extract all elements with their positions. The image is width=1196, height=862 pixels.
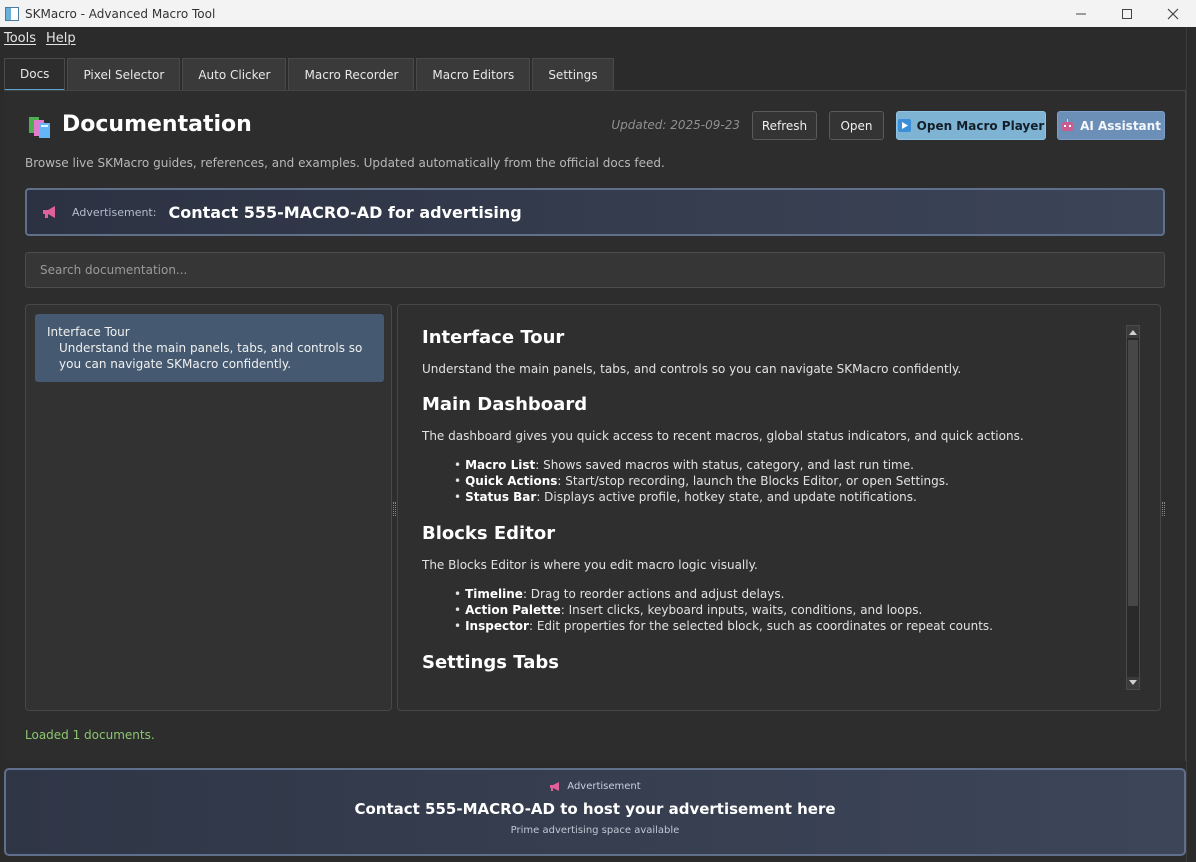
megaphone-icon — [549, 781, 561, 792]
ad-banner[interactable]: Advertisement: Contact 555-MACRO-AD for … — [25, 188, 1165, 236]
bottom-ad-subtext: Prime advertising space available — [510, 825, 680, 836]
title-bar: SKMacro - Advanced Macro Tool — [0, 0, 1196, 27]
content-scrollbar[interactable] — [1126, 325, 1140, 690]
docs-subtitle: Browse live SKMacro guides, references, … — [25, 156, 665, 170]
section-heading-blocks: Blocks Editor — [422, 523, 556, 544]
minimize-icon — [1076, 13, 1086, 14]
maximize-button[interactable] — [1104, 0, 1150, 27]
ad-label: Advertisement: — [72, 205, 157, 219]
list-item-description: Understand the main panels, tabs, and co… — [59, 341, 363, 371]
play-icon — [897, 119, 911, 132]
scroll-thumb[interactable] — [1128, 340, 1138, 606]
blocks-list: Timeline: Drag to reorder actions and ad… — [454, 586, 1122, 634]
document-viewer: Interface Tour Understand the main panel… — [397, 304, 1161, 711]
menu-tools[interactable]: Tools — [0, 31, 40, 46]
robot-icon — [1061, 119, 1074, 132]
close-button[interactable] — [1150, 0, 1196, 27]
list-item: Status Bar: Displays active profile, hot… — [454, 489, 1122, 505]
tab-settings[interactable]: Settings — [532, 58, 614, 91]
books-icon — [29, 117, 50, 138]
section-text-dashboard: The dashboard gives you quick access to … — [422, 429, 1024, 443]
section-heading-settings: Settings Tabs — [422, 652, 559, 673]
menu-help[interactable]: Help — [42, 31, 80, 46]
ad-text: Contact 555-MACRO-AD for advertising — [168, 202, 522, 222]
maximize-icon — [1122, 8, 1132, 19]
close-icon — [1167, 8, 1179, 19]
doc-intro: Understand the main panels, tabs, and co… — [422, 362, 962, 376]
doc-heading: Interface Tour — [422, 327, 565, 348]
menu-bar: Tools Help — [0, 27, 1196, 49]
list-item: Inspector: Edit properties for the selec… — [454, 618, 1122, 634]
list-item-title: Interface Tour — [47, 325, 130, 339]
splitter-handle[interactable] — [393, 502, 396, 516]
open-macro-player-button[interactable]: Open Macro Player — [896, 111, 1046, 140]
app-icon — [5, 6, 19, 21]
window-title: SKMacro - Advanced Macro Tool — [25, 6, 216, 21]
window-edge — [1186, 27, 1196, 862]
main-tabs: Docs Pixel Selector Auto Clicker Macro R… — [4, 58, 616, 91]
search-box — [25, 252, 1165, 288]
tab-auto-clicker[interactable]: Auto Clicker — [182, 58, 287, 91]
bottom-ad-label: Advertisement — [567, 781, 641, 792]
megaphone-icon — [42, 205, 58, 219]
list-item: Timeline: Drag to reorder actions and ad… — [454, 586, 1122, 602]
section-text-blocks: The Blocks Editor is where you edit macr… — [422, 558, 758, 572]
bottom-ad-banner[interactable]: Advertisement Contact 555-MACRO-AD to ho… — [4, 768, 1186, 856]
bottom-ad-label-row: Advertisement — [6, 781, 1184, 792]
section-heading-dashboard: Main Dashboard — [422, 394, 588, 415]
tab-docs[interactable]: Docs — [4, 58, 66, 91]
open-macro-player-label: Open Macro Player — [916, 118, 1045, 133]
document-list: Interface Tour Understand the main panel… — [25, 304, 392, 711]
document-content: Interface Tour Understand the main panel… — [422, 327, 1122, 687]
refresh-button[interactable]: Refresh — [752, 111, 817, 140]
bottom-ad-text: Contact 555-MACRO-AD to host your advert… — [354, 800, 836, 818]
updated-date: Updated: 2025-09-23 — [611, 118, 740, 132]
page-title: Documentation — [62, 112, 252, 137]
list-item: Quick Actions: Start/stop recording, lau… — [454, 473, 1122, 489]
scroll-down-icon[interactable] — [1127, 677, 1139, 689]
tab-macro-recorder[interactable]: Macro Recorder — [288, 58, 415, 91]
dashboard-list: Macro List: Shows saved macros with stat… — [454, 457, 1122, 505]
search-input[interactable] — [40, 263, 1164, 277]
status-text: Loaded 1 documents. — [25, 728, 155, 742]
scroll-up-icon[interactable] — [1127, 326, 1139, 338]
splitter-handle-right[interactable] — [1162, 502, 1165, 516]
ai-assistant-button[interactable]: AI Assistant — [1057, 111, 1165, 140]
tab-pixel-selector[interactable]: Pixel Selector — [67, 58, 181, 91]
list-item: Macro List: Shows saved macros with stat… — [454, 457, 1122, 473]
list-item[interactable]: Interface Tour Understand the main panel… — [35, 314, 384, 382]
open-button[interactable]: Open — [829, 111, 884, 140]
minimize-button[interactable] — [1058, 0, 1104, 27]
tab-macro-editors[interactable]: Macro Editors — [416, 58, 531, 91]
ai-assistant-label: AI Assistant — [1080, 118, 1161, 133]
list-item: Action Palette: Insert clicks, keyboard … — [454, 602, 1122, 618]
